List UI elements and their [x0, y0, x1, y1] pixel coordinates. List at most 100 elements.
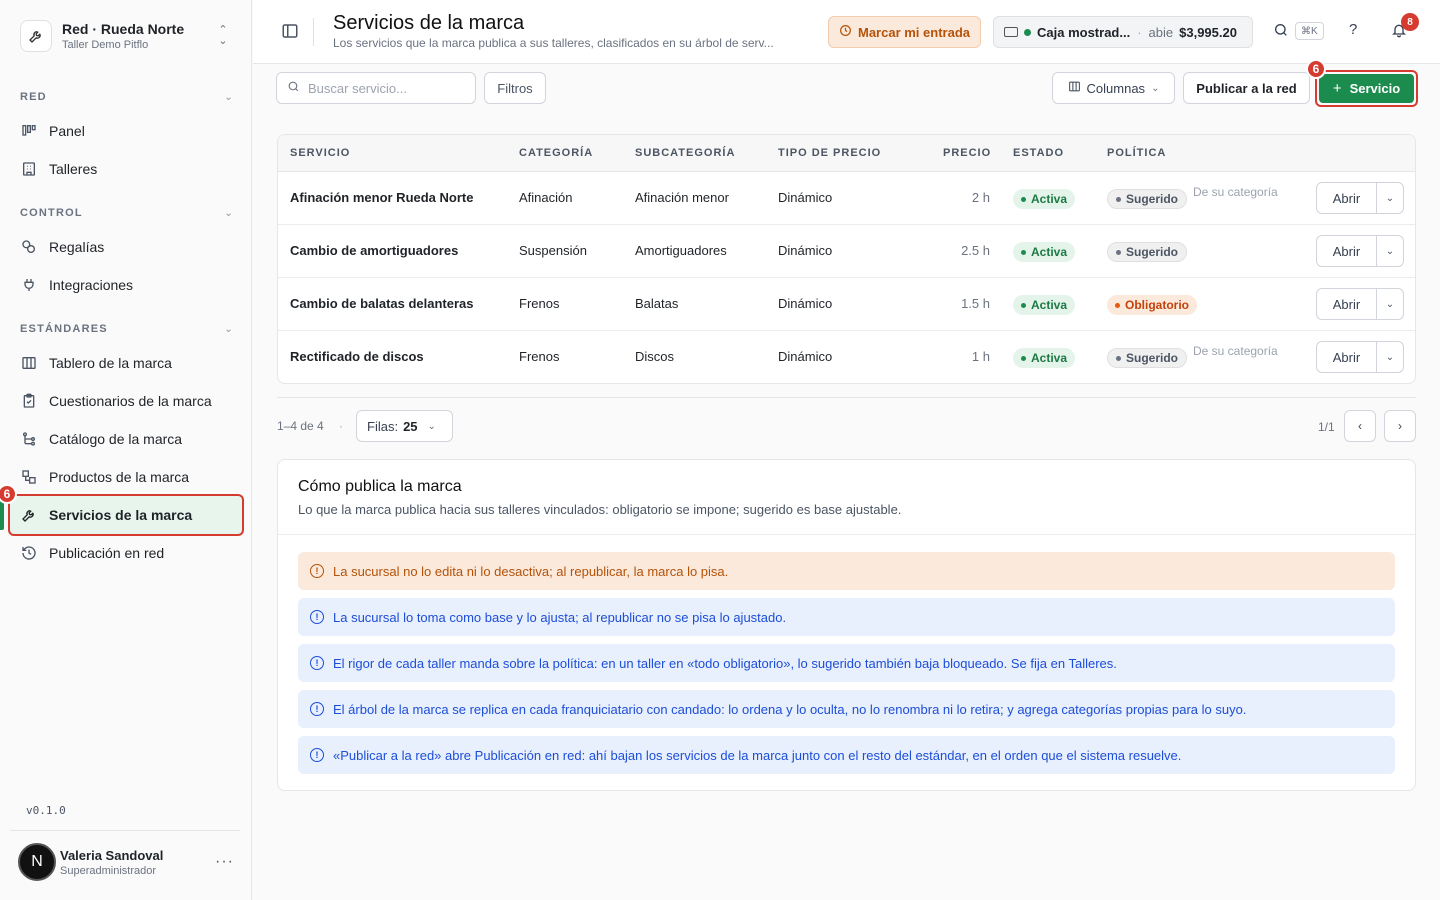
chevron-down-icon: ⌄ — [427, 420, 436, 432]
category: Frenos — [519, 296, 560, 311]
new-service-label: Servicio — [1349, 81, 1401, 96]
sidebar-item-talleres[interactable]: Talleres — [10, 150, 242, 188]
section-estandares[interactable]: ESTÁNDARES ⌄ — [20, 323, 234, 335]
user-name: Valeria Sandoval — [60, 847, 164, 863]
sidebar-item-label: Servicios de la marca — [49, 507, 193, 523]
table-row[interactable]: Rectificado de discos Frenos Discos Dinámic… — [278, 331, 1415, 383]
sidebar-item-label: Publicación en red — [49, 545, 165, 561]
columns-label: Columnas — [1086, 80, 1146, 96]
alert-text: El rigor de cada taller manda sobre la p… — [333, 655, 1117, 671]
policy-dot — [1116, 196, 1121, 202]
info-circle-icon: ! — [310, 610, 324, 624]
status-label: Activa — [1031, 298, 1068, 312]
cash-register-status: abie — [1148, 24, 1174, 40]
status-dot — [1021, 355, 1026, 361]
info-alert: ! El rigor de cada taller manda sobre la … — [298, 644, 1395, 682]
search-box[interactable] — [276, 72, 476, 104]
sidebar-toggle-icon[interactable] — [281, 22, 301, 42]
column-header[interactable]: PRECIO — [943, 147, 991, 159]
chevron-down-icon[interactable]: ⌄ — [1377, 342, 1403, 372]
open-button[interactable]: Abrir — [1317, 183, 1377, 213]
notification-count: 8 — [1401, 13, 1419, 31]
table-row[interactable]: Cambio de balatas delanteras Frenos Balata… — [278, 278, 1415, 331]
sidebar-item-regalias[interactable]: Regalías — [10, 228, 242, 266]
status-badge: Activa — [1013, 242, 1076, 262]
service-name: Rectificado de discos — [290, 349, 424, 364]
info-circle-icon: ! — [310, 702, 324, 716]
org-switcher[interactable]: Red · Rueda Norte Taller Demo Pitflo ⌃ ⌄ — [12, 12, 240, 60]
service-name: Afinación menor Rueda Norte — [290, 190, 474, 205]
clipboard-icon — [20, 392, 38, 410]
open-button[interactable]: Abrir — [1317, 342, 1377, 372]
chevron-down-icon[interactable]: ⌄ — [1377, 183, 1403, 213]
help-icon[interactable]: ? — [1349, 21, 1357, 38]
service-name: Cambio de amortiguadores — [290, 243, 459, 258]
column-header[interactable]: SUBCATEGORÍA — [635, 147, 735, 159]
filters-button[interactable]: Filtros — [484, 72, 546, 104]
section-label: ESTÁNDARES — [20, 323, 108, 335]
table-row[interactable]: Afinación menor Rueda Norte Afinación Afin… — [278, 172, 1415, 225]
package-icon — [20, 468, 38, 486]
section-label: CONTROL — [20, 207, 83, 219]
avatar: N — [18, 843, 56, 881]
sidebar-item-cuestionarios[interactable]: Cuestionarios de la marca — [10, 382, 242, 420]
new-service-button[interactable]: + Servicio — [1319, 74, 1414, 103]
sidebar-item-tablero[interactable]: Tablero de la marca — [10, 344, 242, 382]
info-alert: ! El árbol de la marca se replica en cada… — [298, 690, 1395, 728]
section-red[interactable]: RED ⌄ — [20, 91, 234, 103]
sidebar-item-publicacion[interactable]: Publicación en red — [10, 534, 242, 572]
open-button[interactable]: Abrir — [1317, 236, 1377, 266]
column-header[interactable]: SERVICIO — [290, 147, 350, 159]
category: Suspensión — [519, 243, 587, 258]
divider — [313, 18, 314, 46]
open-split-button: Abrir ⌄ — [1316, 235, 1404, 267]
status-label: Activa — [1031, 192, 1068, 206]
rows-per-page-select[interactable]: Filas: 25 ⌄ — [356, 410, 453, 442]
sidebar-item-catalogo[interactable]: Catálogo de la marca — [10, 420, 242, 458]
cash-register-name: Caja mostrad... — [1037, 24, 1131, 40]
policy-label: Sugerido — [1126, 351, 1179, 365]
chevron-down-icon[interactable]: ⌄ — [1377, 289, 1403, 319]
search-input[interactable] — [308, 80, 458, 96]
column-header[interactable]: TIPO DE PRECIO — [778, 147, 881, 159]
rows-value: 25 — [403, 418, 418, 434]
status-badge: Activa — [1013, 348, 1076, 368]
building-icon — [20, 160, 38, 178]
column-header[interactable]: ESTADO — [1013, 147, 1064, 159]
next-page-button[interactable]: › — [1384, 410, 1416, 442]
chevron-down-icon: ⌄ — [224, 91, 234, 103]
column-header[interactable]: CATEGORÍA — [519, 147, 593, 159]
status-dot — [1021, 249, 1026, 255]
sidebar-item-panel[interactable]: Panel — [10, 112, 242, 150]
user-menu[interactable]: N Valeria Sandoval Superadministrador ··… — [18, 842, 240, 882]
open-button[interactable]: Abrir — [1317, 289, 1377, 319]
cash-register-selector[interactable]: Caja mostrad... · abie $3,995.20 — [993, 16, 1253, 48]
new-service-highlight: + Servicio — [1315, 70, 1418, 107]
columns-button[interactable]: Columnas ⌄ — [1052, 72, 1175, 104]
info-circle-icon: ! — [310, 656, 324, 670]
sidebar-item-label: Productos de la marca — [49, 469, 190, 485]
publishing-info-card: Cómo publica la marca Lo que la marca pu… — [277, 459, 1416, 791]
policy-origin: De su categoría — [1193, 344, 1278, 358]
cash-register-amount: $3,995.20 — [1179, 24, 1237, 40]
chevron-down-icon[interactable]: ⌄ — [1377, 236, 1403, 266]
prev-page-button[interactable]: ‹ — [1344, 410, 1376, 442]
search-icon[interactable] — [1273, 22, 1293, 42]
chevron-left-icon: ‹ — [1358, 419, 1362, 433]
subcategory: Amortiguadores — [635, 243, 727, 258]
divider — [278, 534, 1415, 535]
org-subtitle: Taller Demo Pitflo — [62, 39, 149, 51]
status-label: Activa — [1031, 245, 1068, 259]
sidebar-item-productos[interactable]: Productos de la marca — [10, 458, 242, 496]
more-icon[interactable]: ··· — [215, 853, 234, 871]
sidebar-item-integraciones[interactable]: Integraciones — [10, 266, 242, 304]
clock-in-button[interactable]: Marcar mi entrada — [828, 16, 981, 48]
publish-button[interactable]: Publicar a la red — [1183, 72, 1310, 104]
sidebar-item-servicios[interactable]: Servicios de la marca — [8, 494, 244, 536]
alert-text: El árbol de la marca se replica en cada … — [333, 701, 1247, 717]
info-alert: ! La sucursal lo toma como base y lo ajus… — [298, 598, 1395, 636]
column-header[interactable]: POLÍTICA — [1107, 147, 1166, 159]
section-control[interactable]: CONTROL ⌄ — [20, 207, 234, 219]
chevron-down-icon: ⌄ — [1151, 82, 1160, 94]
table-row[interactable]: Cambio de amortiguadores Suspensión Amorti… — [278, 225, 1415, 278]
